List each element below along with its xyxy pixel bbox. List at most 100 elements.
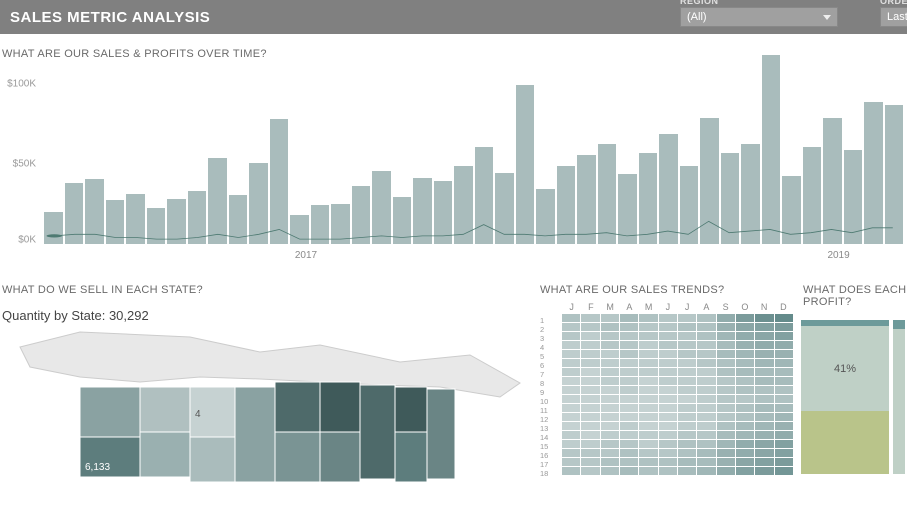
- heat-cell[interactable]: [717, 467, 735, 475]
- timechart-bar[interactable]: [167, 199, 186, 244]
- heat-cell[interactable]: [639, 323, 657, 331]
- heat-cell[interactable]: [697, 431, 715, 439]
- heat-cell[interactable]: [717, 431, 735, 439]
- heat-cell[interactable]: [736, 359, 754, 367]
- sales-trends-heatmap[interactable]: JFMAMJJASOND 123456789101112131415161718: [538, 302, 793, 475]
- timechart-bar[interactable]: [577, 155, 596, 244]
- heat-cell[interactable]: [678, 314, 696, 322]
- heat-cell[interactable]: [717, 386, 735, 394]
- heat-cell[interactable]: [620, 359, 638, 367]
- heat-cell[interactable]: [659, 359, 677, 367]
- heat-cell[interactable]: [601, 377, 619, 385]
- heat-cell[interactable]: [562, 350, 580, 358]
- timechart-bar[interactable]: [864, 102, 883, 244]
- heat-cell[interactable]: [659, 413, 677, 421]
- heat-cell[interactable]: [755, 368, 773, 376]
- heat-cell[interactable]: [755, 395, 773, 403]
- profit-segment[interactable]: [801, 411, 889, 474]
- heat-cell[interactable]: [736, 341, 754, 349]
- heat-cell[interactable]: [755, 341, 773, 349]
- heat-cell[interactable]: [581, 350, 599, 358]
- sales-profits-timechart[interactable]: $100K $50K $0K 20172019: [0, 66, 907, 266]
- timechart-bar[interactable]: [434, 181, 453, 244]
- heat-cell[interactable]: [697, 350, 715, 358]
- heat-cell[interactable]: [717, 314, 735, 322]
- heat-cell[interactable]: [601, 458, 619, 466]
- heat-cell[interactable]: [581, 359, 599, 367]
- heat-cell[interactable]: [620, 314, 638, 322]
- heat-cell[interactable]: [620, 377, 638, 385]
- timechart-bar[interactable]: [495, 173, 514, 244]
- heat-cell[interactable]: [639, 467, 657, 475]
- heat-cell[interactable]: [775, 350, 793, 358]
- heat-cell[interactable]: [659, 332, 677, 340]
- heat-cell[interactable]: [562, 458, 580, 466]
- heat-cell[interactable]: [659, 449, 677, 457]
- heat-cell[interactable]: [755, 377, 773, 385]
- heat-cell[interactable]: [755, 323, 773, 331]
- heat-cell[interactable]: [775, 431, 793, 439]
- heat-cell[interactable]: [639, 449, 657, 457]
- order-filter-select[interactable]: Last: [880, 7, 907, 27]
- heat-cell[interactable]: [659, 467, 677, 475]
- heat-cell[interactable]: [601, 431, 619, 439]
- heat-cell[interactable]: [659, 431, 677, 439]
- heat-cell[interactable]: [581, 341, 599, 349]
- heat-cell[interactable]: [562, 386, 580, 394]
- heat-cell[interactable]: [620, 323, 638, 331]
- heat-cell[interactable]: [697, 449, 715, 457]
- heat-cell[interactable]: [717, 413, 735, 421]
- heat-cell[interactable]: [601, 341, 619, 349]
- timechart-bar[interactable]: [44, 212, 63, 244]
- heat-cell[interactable]: [620, 341, 638, 349]
- heat-cell[interactable]: [620, 422, 638, 430]
- heat-cell[interactable]: [736, 350, 754, 358]
- profit-segment[interactable]: [893, 329, 905, 474]
- heat-cell[interactable]: [775, 440, 793, 448]
- heat-cell[interactable]: [659, 458, 677, 466]
- heat-cell[interactable]: [581, 449, 599, 457]
- timechart-bar[interactable]: [536, 189, 555, 244]
- heat-cell[interactable]: [755, 404, 773, 412]
- heat-cell[interactable]: [678, 350, 696, 358]
- timechart-bar[interactable]: [700, 118, 719, 244]
- heat-cell[interactable]: [736, 323, 754, 331]
- timechart-bar[interactable]: [311, 205, 330, 244]
- heat-cell[interactable]: [581, 440, 599, 448]
- heat-cell[interactable]: [736, 404, 754, 412]
- heat-cell[interactable]: [601, 395, 619, 403]
- timechart-bar[interactable]: [782, 176, 801, 244]
- heat-cell[interactable]: [678, 467, 696, 475]
- heat-cell[interactable]: [620, 458, 638, 466]
- region-filter-select[interactable]: (All): [680, 7, 838, 27]
- heat-cell[interactable]: [697, 314, 715, 322]
- heat-cell[interactable]: [717, 323, 735, 331]
- heat-cell[interactable]: [659, 314, 677, 322]
- heat-cell[interactable]: [775, 341, 793, 349]
- us-map[interactable]: 4 6,133: [0, 327, 530, 487]
- timechart-bar[interactable]: [557, 166, 576, 244]
- heat-cell[interactable]: [659, 386, 677, 394]
- heat-cell[interactable]: [697, 323, 715, 331]
- heat-cell[interactable]: [601, 404, 619, 412]
- heat-cell[interactable]: [697, 422, 715, 430]
- heat-cell[interactable]: [736, 413, 754, 421]
- heat-cell[interactable]: [678, 458, 696, 466]
- heat-cell[interactable]: [755, 332, 773, 340]
- heat-cell[interactable]: [717, 359, 735, 367]
- heat-cell[interactable]: [775, 449, 793, 457]
- heat-cell[interactable]: [581, 404, 599, 412]
- heat-cell[interactable]: [717, 377, 735, 385]
- heat-cell[interactable]: [581, 314, 599, 322]
- timechart-bar[interactable]: [270, 119, 289, 244]
- heat-cell[interactable]: [562, 404, 580, 412]
- heat-cell[interactable]: [581, 467, 599, 475]
- heat-cell[interactable]: [581, 323, 599, 331]
- heat-cell[interactable]: [678, 368, 696, 376]
- timechart-bar[interactable]: [65, 183, 84, 244]
- heat-cell[interactable]: [659, 341, 677, 349]
- heat-cell[interactable]: [717, 368, 735, 376]
- heat-cell[interactable]: [581, 332, 599, 340]
- profit-segment[interactable]: [893, 320, 905, 329]
- heat-cell[interactable]: [581, 395, 599, 403]
